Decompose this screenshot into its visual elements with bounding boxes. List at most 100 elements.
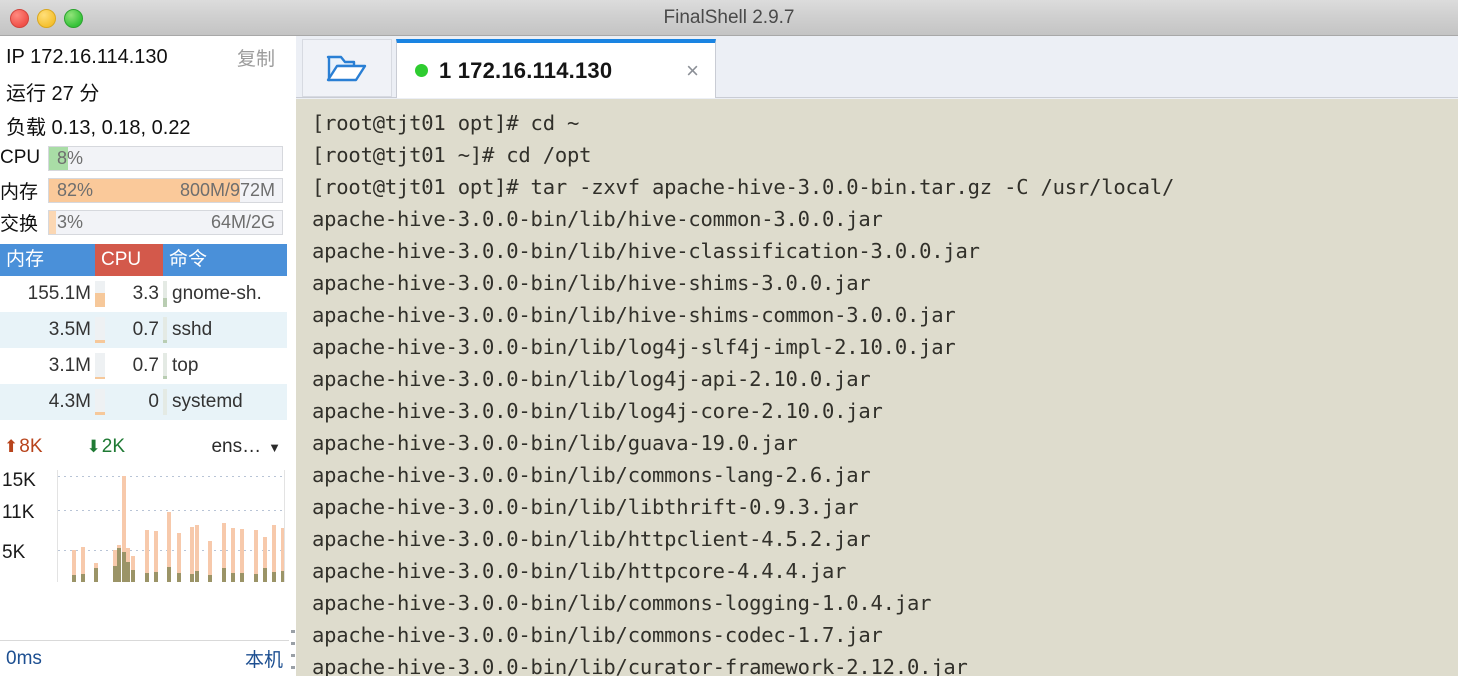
- sidebar-splitter[interactable]: [289, 36, 296, 676]
- terminal-tab-label: 1 172.16.114.130: [439, 57, 613, 83]
- terminal-line: apache-hive-3.0.0-bin/lib/httpcore-4.4.4…: [312, 559, 847, 583]
- metric-bar-swap: 3% 64M/2G: [48, 209, 283, 235]
- metric-percent-cpu: 8%: [57, 147, 84, 168]
- arrow-up-icon: ⬆: [4, 437, 19, 456]
- metric-label-memory: 内存: [0, 181, 39, 203]
- metric-fill-swap: [49, 210, 56, 234]
- y-tick-15k: 15K: [2, 470, 36, 491]
- table-row[interactable]: 3.5M 0.7 sshd: [0, 312, 287, 348]
- terminal-output[interactable]: [root@tjt01 opt]# cd ~ [root@tjt01 ~]# cd…: [296, 99, 1458, 676]
- terminal-line: apache-hive-3.0.0-bin/lib/log4j-slf4j-im…: [312, 335, 956, 359]
- terminal-line: [root@tjt01 opt]# cd ~: [312, 111, 580, 135]
- terminal-line: apache-hive-3.0.0-bin/lib/httpclient-4.5…: [312, 527, 871, 551]
- cell-memory-bar: [95, 317, 105, 343]
- chevron-down-icon: ▼: [268, 439, 281, 455]
- cell-command: gnome-sh.: [172, 283, 262, 304]
- terminal-line: apache-hive-3.0.0-bin/lib/commons-lang-2…: [312, 463, 871, 487]
- terminal-line: apache-hive-3.0.0-bin/lib/hive-shims-com…: [312, 303, 956, 327]
- cell-command: sshd: [172, 319, 213, 340]
- finalshell-window: FinalShell 2.9.7 IP 172.16.114.130 复制 运行…: [0, 0, 1458, 676]
- open-folder-button[interactable]: [302, 39, 392, 97]
- process-table-body: 155.1M 3.3 gnome-sh. 3.5M 0.7 sshd 3.1M 0.7 top 4…: [0, 276, 287, 420]
- cell-cpu-bar: [163, 389, 167, 415]
- latency-label: 0ms: [6, 647, 42, 669]
- sidebar-ip-row: IP 172.16.114.130 复制: [0, 36, 289, 74]
- sidebar-load-row: 负载 0.13, 0.18, 0.22: [0, 108, 289, 142]
- sidebar-status-bar: 0ms 本机: [0, 640, 289, 676]
- terminal-tab[interactable]: 1 172.16.114.130 ×: [396, 39, 716, 98]
- metric-percent-swap: 3%: [57, 211, 84, 232]
- process-table-header: 内存 CPU 命令: [0, 244, 287, 276]
- terminal-line: [root@tjt01 opt]# tar -zxvf apache-hive-…: [312, 175, 1175, 199]
- terminal-line: apache-hive-3.0.0-bin/lib/hive-common-3.…: [312, 207, 883, 231]
- server-info-sidebar: IP 172.16.114.130 复制 运行 27 分 负载 0.13, 0.…: [0, 36, 289, 676]
- network-upload-value: 8K: [19, 436, 43, 457]
- metric-value-memory: 800M/972M: [179, 179, 275, 200]
- chart-plot-area: [57, 470, 285, 582]
- cell-cpu-bar: [163, 317, 167, 343]
- window-title: FinalShell 2.9.7: [663, 7, 795, 28]
- cell-memory-bar: [95, 353, 105, 379]
- terminal-line: apache-hive-3.0.0-bin/lib/log4j-core-2.1…: [312, 399, 883, 423]
- copy-ip-button[interactable]: 复制: [237, 44, 283, 71]
- network-interface-label: ens…: [211, 436, 262, 457]
- terminal-tabbar: 1 172.16.114.130 ×: [296, 36, 1458, 98]
- network-download: ⬇ 2K: [87, 436, 126, 458]
- metric-bar-memory: 82% 800M/972M: [48, 177, 283, 203]
- terminal-line: apache-hive-3.0.0-bin/lib/hive-classific…: [312, 239, 980, 263]
- terminal-line: apache-hive-3.0.0-bin/lib/commons-codec-…: [312, 623, 883, 647]
- metric-row-memory: 内存 82% 800M/972M: [0, 174, 289, 206]
- table-row[interactable]: 155.1M 3.3 gnome-sh.: [0, 276, 287, 312]
- network-upload: ⬆ 8K: [4, 436, 43, 458]
- cell-cpu: 0: [148, 391, 159, 412]
- table-row[interactable]: 4.3M 0 systemd: [0, 384, 287, 420]
- y-tick-11k: 11K: [2, 502, 35, 523]
- column-header-memory[interactable]: 内存: [0, 244, 95, 276]
- open-folder-icon: [324, 49, 370, 87]
- metric-row-cpu: CPU 8%: [0, 142, 289, 174]
- cell-memory: 3.5M: [48, 319, 91, 340]
- close-icon[interactable]: ×: [686, 59, 703, 82]
- process-table: 内存 CPU 命令 155.1M 3.3 gnome-sh. 3.5M 0.7 sshd 3…: [0, 244, 287, 420]
- network-download-value: 2K: [101, 436, 125, 457]
- terminal-line: apache-hive-3.0.0-bin/lib/curator-framew…: [312, 655, 968, 676]
- terminal-line: apache-hive-3.0.0-bin/lib/log4j-api-2.10…: [312, 367, 871, 391]
- column-header-cpu[interactable]: CPU: [95, 244, 163, 276]
- y-tick-5k: 5K: [2, 542, 26, 563]
- terminal-lines: [root@tjt01 opt]# cd ~ [root@tjt01 ~]# cd…: [312, 107, 1458, 676]
- metric-row-swap: 交换 3% 64M/2G: [0, 206, 289, 238]
- terminal-line: [root@tjt01 ~]# cd /opt: [312, 143, 592, 167]
- tab-status-dot-icon: [415, 64, 428, 77]
- chart-y-axis-labels: 15K 11K 5K: [0, 466, 55, 586]
- cell-cpu: 3.3: [132, 283, 159, 304]
- table-row[interactable]: 3.1M 0.7 top: [0, 348, 287, 384]
- network-summary-row: ⬆ 8K ⬇ 2K ens… ▼: [0, 428, 289, 466]
- cell-cpu-bar: [163, 353, 167, 379]
- column-header-command[interactable]: 命令: [163, 244, 287, 276]
- server-ip-label: IP 172.16.114.130: [6, 45, 168, 68]
- terminal-line: apache-hive-3.0.0-bin/lib/hive-shims-3.0…: [312, 271, 871, 295]
- cell-memory: 4.3M: [48, 391, 91, 412]
- arrow-down-icon: ⬇: [86, 437, 101, 456]
- cell-command: systemd: [172, 391, 243, 412]
- cell-cpu: 0.7: [132, 319, 159, 340]
- chart-bars: [58, 470, 284, 582]
- uptime-label: 运行 27 分: [6, 82, 100, 105]
- network-traffic-chart: 15K 11K 5K: [0, 466, 287, 586]
- terminal-pane: 1 172.16.114.130 × [root@tjt01 opt]# cd …: [296, 36, 1458, 676]
- metric-bar-cpu: 8%: [48, 145, 283, 171]
- local-host-label[interactable]: 本机: [245, 645, 283, 672]
- terminal-line: apache-hive-3.0.0-bin/lib/libthrift-0.9.…: [312, 495, 859, 519]
- metric-value-swap: 64M/2G: [210, 211, 275, 232]
- cell-command: top: [172, 355, 199, 376]
- metric-label-swap: 交换: [0, 213, 39, 235]
- sidebar-uptime-row: 运行 27 分: [0, 74, 289, 108]
- window-titlebar: FinalShell 2.9.7: [0, 0, 1458, 36]
- load-average-label: 负载 0.13, 0.18, 0.22: [6, 116, 191, 139]
- cell-memory: 3.1M: [48, 355, 91, 376]
- cell-memory-bar: [95, 389, 105, 415]
- cell-cpu: 0.7: [132, 355, 159, 376]
- cell-memory: 155.1M: [27, 283, 91, 304]
- network-interface-selector[interactable]: ens… ▼: [211, 436, 281, 458]
- cell-cpu-bar: [163, 281, 167, 307]
